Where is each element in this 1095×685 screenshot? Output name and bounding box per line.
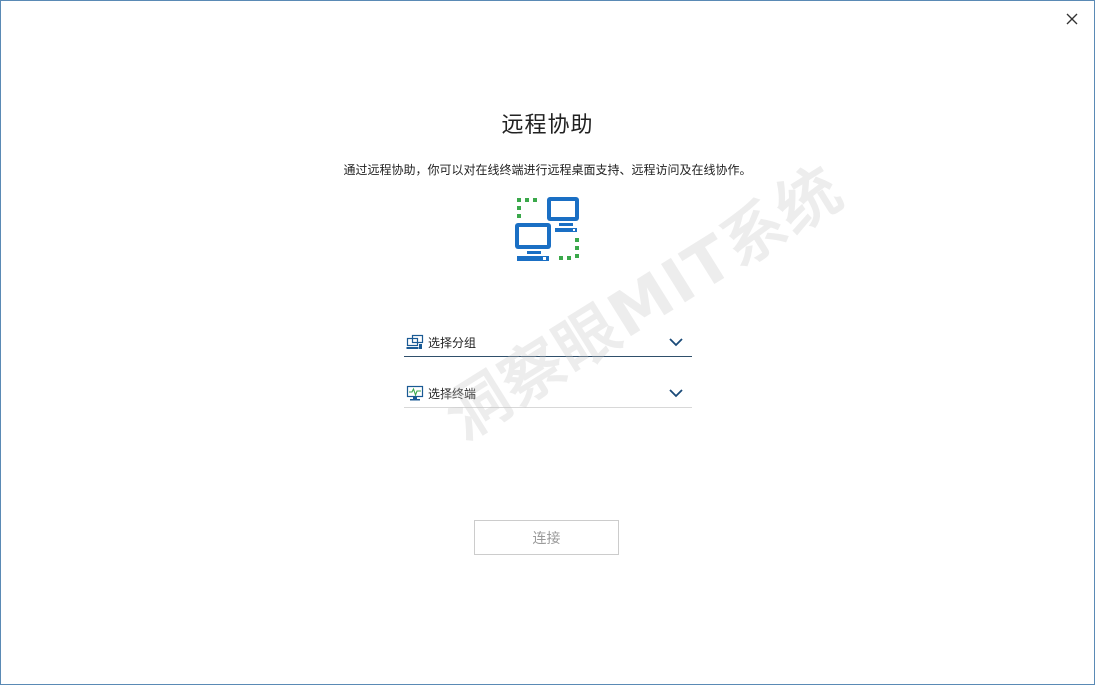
- group-select-label: 选择分组: [428, 335, 477, 350]
- page-title: 远程协助: [501, 113, 594, 138]
- terminal-select-label: 选择终端: [428, 386, 477, 401]
- page-description: 通过远程协助，你可以对在线终端进行远程桌面支持、远程访问及在线协作。: [343, 163, 752, 177]
- group-select[interactable]: 选择分组: [404, 328, 692, 357]
- chevron-down-icon: [668, 385, 684, 401]
- close-button[interactable]: [1060, 7, 1084, 31]
- watermark: 洞察眼MIT系统: [432, 151, 856, 454]
- terminal-icon: [406, 384, 424, 402]
- close-icon: [1066, 13, 1078, 25]
- group-icon: [406, 333, 424, 351]
- chevron-down-icon: [668, 334, 684, 350]
- remote-computers-icon: [515, 197, 579, 261]
- terminal-select[interactable]: 选择终端: [404, 379, 692, 408]
- remote-assist-window: 远程协助 通过远程协助，你可以对在线终端进行远程桌面支持、远程访问及在线协作。: [0, 0, 1095, 685]
- connect-button[interactable]: 连接: [474, 520, 619, 555]
